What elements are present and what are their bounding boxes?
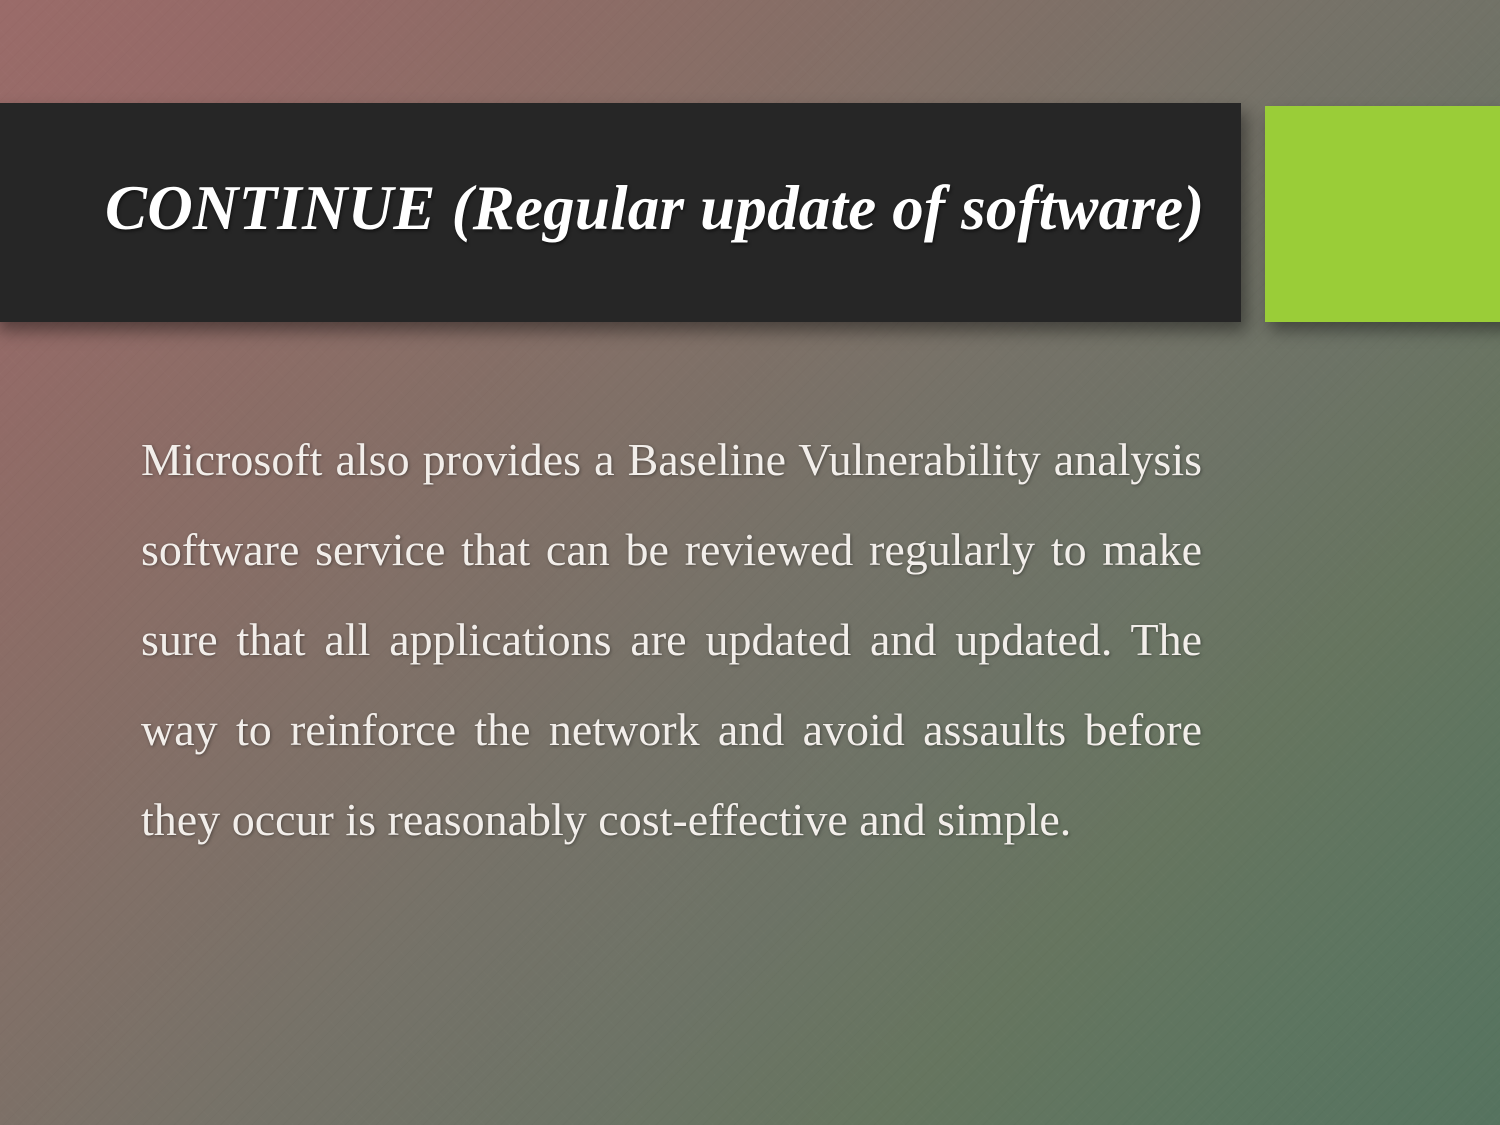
body-paragraph: Microsoft also provides a Baseline Vulne… (141, 434, 1202, 845)
slide-title: CONTINUE (Regular update of software) (105, 172, 1205, 243)
slide-title-bar: CONTINUE (Regular update of software) (0, 103, 1241, 322)
green-accent-block (1265, 106, 1500, 322)
presentation-slide: CONTINUE (Regular update of software) Mi… (0, 0, 1500, 1125)
slide-body-content: Microsoft also provides a Baseline Vulne… (141, 415, 1202, 865)
